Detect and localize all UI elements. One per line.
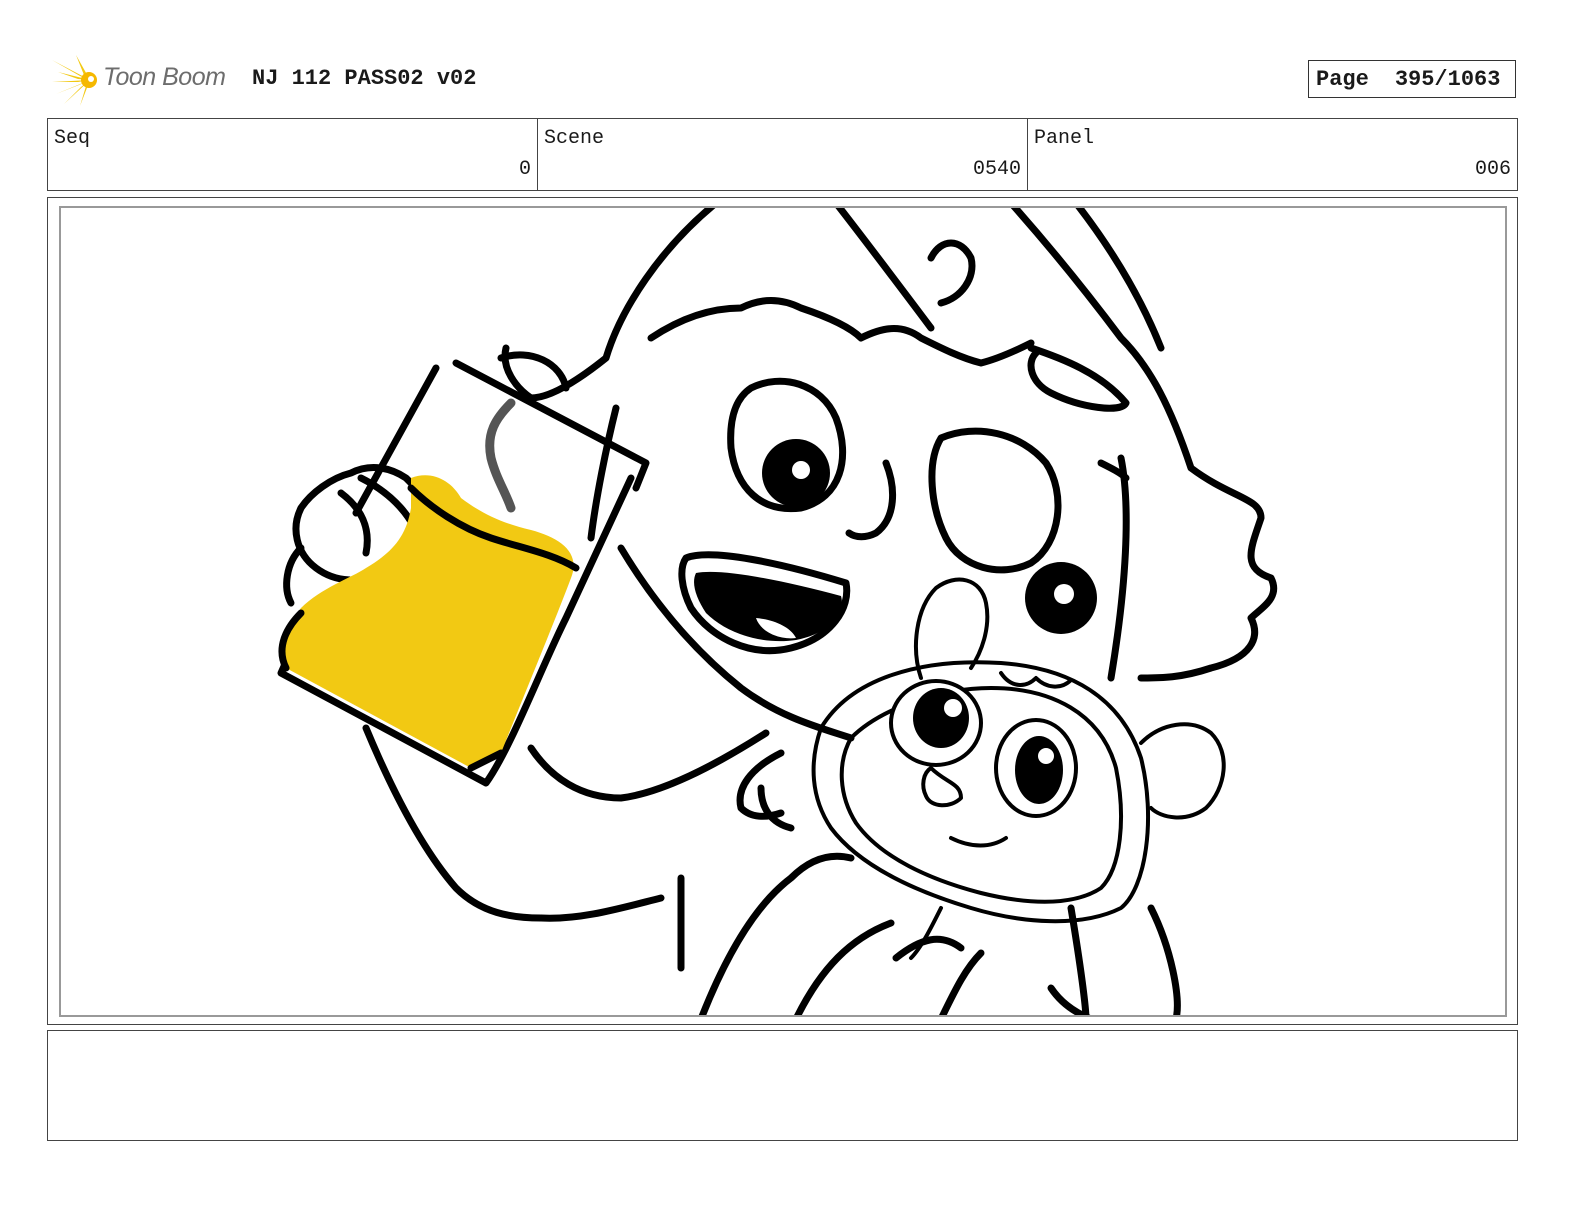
seq-label: Seq: [54, 127, 91, 150]
seq-value: 0: [518, 158, 531, 181]
page-number: 395/1063: [1394, 66, 1501, 92]
toon-boom-logo: Toon Boom: [50, 52, 240, 108]
panel-notes-box: [47, 1030, 1518, 1141]
storyboard-sketch: [277, 208, 1277, 1015]
scene-value: 0540: [972, 158, 1021, 181]
page-label: Page: [1316, 66, 1369, 92]
panel-info-row: Seq 0 Scene 0540 Panel 006: [47, 118, 1518, 191]
panel-value: 006: [1474, 158, 1511, 181]
scene-label: Scene: [544, 127, 605, 150]
toon-boom-starburst-icon: [52, 55, 97, 106]
scene-cell: Scene 0540: [538, 119, 1028, 190]
logo-text: Toon Boom: [103, 63, 226, 91]
panel-label: Panel: [1034, 127, 1095, 150]
project-title: NJ 112 PASS02 v02: [252, 66, 477, 91]
page-indicator: Page 395/1063: [1308, 60, 1516, 98]
storyboard-frame: [47, 197, 1518, 1025]
storyboard-panel: [59, 206, 1507, 1017]
panel-cell: Panel 006: [1028, 119, 1517, 190]
seq-cell: Seq 0: [48, 119, 538, 190]
